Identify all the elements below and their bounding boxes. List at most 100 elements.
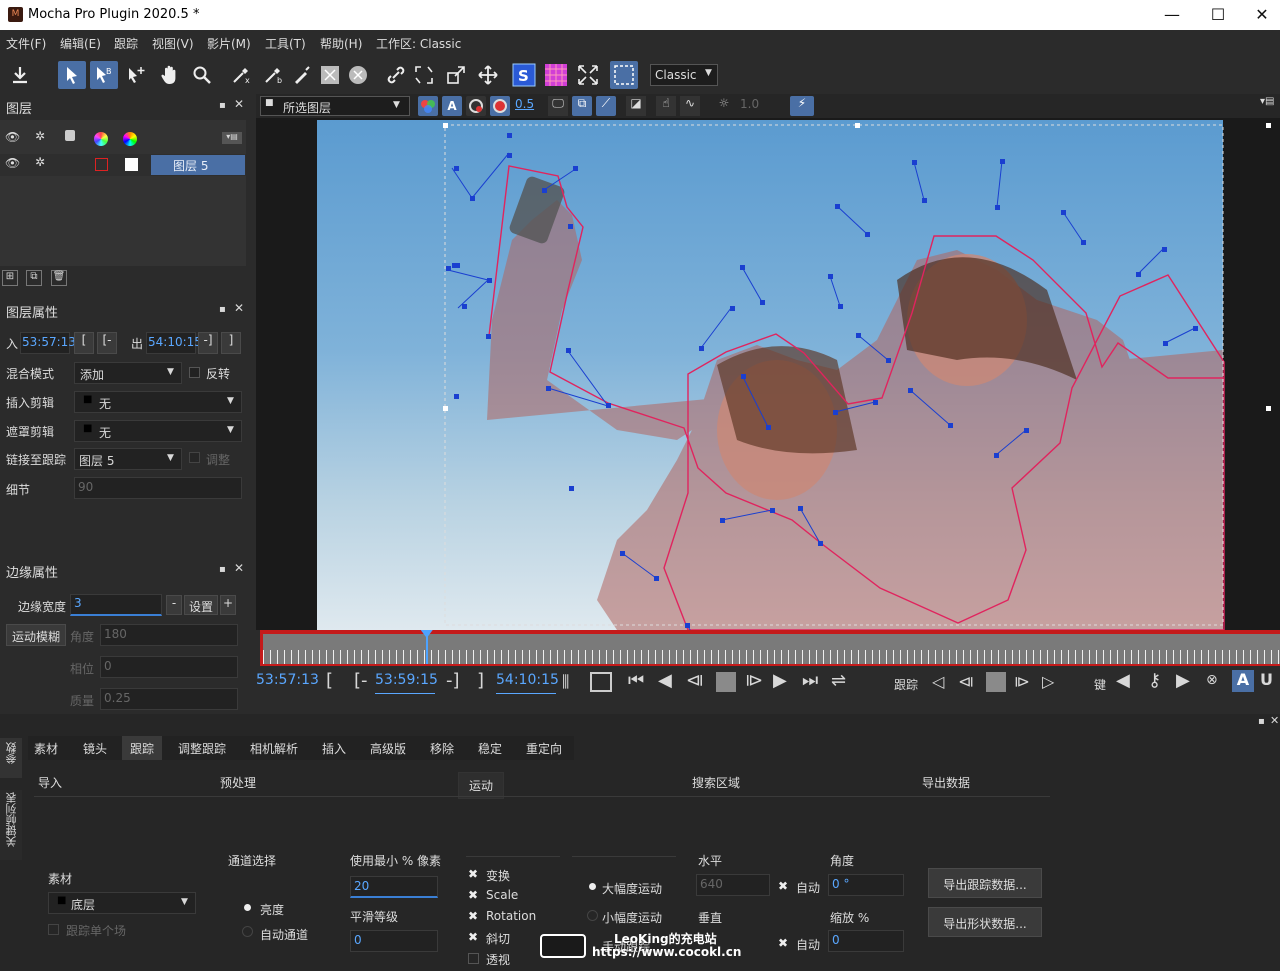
show-planar-icon[interactable]: [610, 61, 638, 89]
viewer-canvas[interactable]: [256, 118, 1280, 630]
tab-adjust-track[interactable]: 调整跟踪: [178, 740, 226, 760]
smooth-field[interactable]: 0: [350, 930, 438, 952]
panel-pin-icon[interactable]: ▪: [1258, 716, 1265, 727]
visibility-eye-icon[interactable]: 👁: [5, 130, 20, 144]
horizontal-auto-checkbox[interactable]: ✖: [778, 879, 788, 893]
xspline-tool-icon[interactable]: x: [228, 61, 256, 89]
out-point-field[interactable]: 54:10:15: [146, 332, 202, 354]
layer-menu-icon[interactable]: ▾▤: [222, 132, 242, 144]
export-shape-button[interactable]: 导出形状数据...: [928, 907, 1042, 937]
current-time-field[interactable]: 53:59:15: [375, 672, 438, 694]
layer-visibility-icon[interactable]: 👁: [5, 156, 20, 170]
color-wheel-icon[interactable]: [94, 132, 108, 146]
link-tool-icon[interactable]: [382, 61, 410, 89]
detail-field[interactable]: 90: [74, 477, 242, 499]
grid-tool-icon[interactable]: [542, 61, 570, 89]
flash-icon[interactable]: ⚡: [790, 96, 814, 116]
in-point-field[interactable]: 53:57:13: [20, 332, 76, 354]
select-b-tool-icon[interactable]: B: [90, 61, 118, 89]
luminance-radio[interactable]: [244, 904, 251, 911]
panel-close-icon[interactable]: ✕: [234, 97, 244, 111]
track-field-checkbox[interactable]: [48, 924, 59, 935]
tab-remove[interactable]: 移除: [430, 740, 454, 760]
tab-retarget[interactable]: 重定向: [526, 740, 562, 760]
new-folder-icon[interactable]: ⊞: [2, 270, 18, 286]
pointer-view-icon[interactable]: ☝: [656, 96, 676, 116]
vertical-auto-checkbox[interactable]: ✖: [778, 936, 788, 950]
rotation-checkbox[interactable]: ✖: [468, 909, 478, 923]
menu-edit[interactable]: 编辑(E): [60, 35, 101, 52]
trim-out-icon[interactable]: [590, 672, 612, 692]
layer-filter-select[interactable]: ■ 所选图层 ▼: [260, 96, 410, 116]
add-point-tool-icon[interactable]: [122, 61, 150, 89]
export-tracking-button[interactable]: 导出跟踪数据...: [928, 868, 1042, 898]
rgb-channels-icon[interactable]: [418, 96, 438, 116]
prev-key-icon[interactable]: ◀: [1116, 670, 1130, 691]
matte-view-icon[interactable]: [466, 96, 486, 116]
goto-out-icon[interactable]: -]: [446, 670, 460, 691]
horizontal-field[interactable]: 640: [696, 874, 770, 896]
tab-stabilize[interactable]: 稳定: [478, 740, 502, 760]
close-button[interactable]: ✕: [1240, 4, 1280, 26]
tab-insert[interactable]: 插入: [322, 740, 346, 760]
panel-pin-icon[interactable]: ▪: [219, 304, 226, 315]
edge-width-decrement-button[interactable]: -: [166, 595, 182, 615]
transform-tool-icon[interactable]: [410, 61, 438, 89]
track-forward-icon[interactable]: ▷: [1042, 672, 1054, 691]
minimize-button[interactable]: —: [1150, 4, 1194, 26]
loop-icon[interactable]: ⇌: [831, 670, 846, 691]
layer-name[interactable]: 图层 5: [151, 155, 245, 175]
transform-checkbox[interactable]: ✖: [468, 867, 478, 881]
menu-help[interactable]: 帮助(H): [320, 35, 362, 52]
tab-advanced[interactable]: 高级版: [370, 740, 406, 760]
brightness-icon[interactable]: ☼: [714, 96, 734, 116]
tab-clip[interactable]: 素材: [34, 740, 58, 760]
clip-select[interactable]: ■ 底层 ▼: [48, 892, 196, 914]
track-back-step-icon[interactable]: ⧏: [958, 672, 974, 691]
timeline-out-field[interactable]: 54:10:15: [496, 672, 559, 694]
stop-icon[interactable]: [716, 672, 736, 692]
goto-out-button[interactable]: -]: [198, 332, 218, 354]
scale-checkbox[interactable]: ✖: [468, 888, 478, 902]
duplicate-layer-icon[interactable]: ⧉: [26, 270, 42, 286]
perspective-checkbox[interactable]: [468, 953, 479, 964]
menu-movie[interactable]: 影片(M): [207, 35, 251, 52]
playhead[interactable]: [425, 634, 428, 664]
layer-row[interactable]: 👁 ✲ 图层 5: [0, 154, 246, 176]
frame-view-icon[interactable]: ⧉: [572, 96, 592, 116]
track-forward-step-icon[interactable]: ⧐: [1014, 672, 1030, 691]
save-icon[interactable]: [6, 61, 34, 89]
overlay-view-icon[interactable]: [490, 96, 510, 116]
tab-lens[interactable]: 镜头: [83, 740, 107, 760]
matte-color-icon[interactable]: [123, 132, 137, 146]
panel-pin-icon[interactable]: ▪: [219, 100, 226, 111]
trash-icon[interactable]: 🗑: [51, 270, 67, 286]
fit-view-icon[interactable]: [574, 61, 602, 89]
step-forward-icon[interactable]: ⧐: [745, 670, 763, 691]
lock-icon[interactable]: [65, 130, 75, 141]
brush-tool-icon[interactable]: [288, 61, 316, 89]
menu-tools[interactable]: 工具(T): [265, 35, 306, 52]
next-key-icon[interactable]: ▶: [1176, 670, 1190, 691]
edge-width-field[interactable]: 3: [70, 594, 162, 616]
layer-color-swatch[interactable]: [95, 158, 108, 171]
blend-mode-select[interactable]: 添加 ▼: [74, 362, 182, 384]
layer-gear-icon[interactable]: ✲: [35, 155, 45, 169]
panel-close-icon[interactable]: ✕: [234, 301, 244, 315]
insert-clip-select[interactable]: ■ 无 ▼: [74, 391, 242, 413]
tab-camera-solve[interactable]: 相机解析: [250, 740, 298, 760]
playhead-handle-icon[interactable]: [420, 630, 433, 638]
monitor-icon[interactable]: 🖵: [548, 96, 568, 116]
min-pixels-field[interactable]: 20: [350, 876, 438, 898]
motion-path-icon[interactable]: ∿: [680, 96, 700, 116]
auto-key-icon[interactable]: A: [1232, 670, 1254, 692]
blur-angle-field[interactable]: 180: [100, 624, 238, 646]
track-backward-icon[interactable]: ◁: [932, 672, 944, 691]
workspace-select[interactable]: Classic ▼: [650, 64, 718, 86]
play-forward-icon[interactable]: ▶: [773, 670, 787, 691]
invert-checkbox[interactable]: [189, 367, 200, 378]
link-track-select[interactable]: 图层 5 ▼: [74, 448, 182, 470]
circle-tool-icon[interactable]: [344, 61, 372, 89]
panel-close-icon[interactable]: ✕: [1270, 714, 1279, 727]
menu-workspace[interactable]: 工作区: Classic: [376, 35, 461, 52]
